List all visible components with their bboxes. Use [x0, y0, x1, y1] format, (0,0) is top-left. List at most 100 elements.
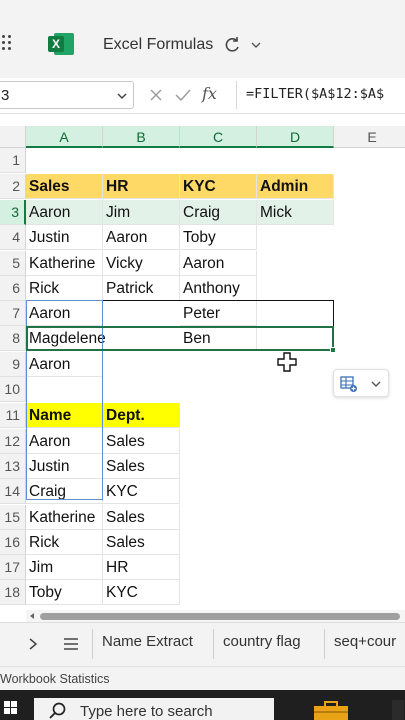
summary-cell-kyc[interactable]: Peter	[180, 301, 257, 326]
document-title[interactable]: Excel Formulas	[103, 36, 213, 54]
source-cell-text: Sales	[106, 458, 145, 475]
row-header-12[interactable]: 12	[0, 429, 26, 454]
chevron-down-icon[interactable]	[115, 89, 129, 103]
source-header-cell[interactable]: Dept.	[103, 403, 180, 428]
scroll-left-arrow-icon[interactable]	[28, 612, 36, 620]
summary-cell-kyc-text: Peter	[183, 305, 221, 322]
row-header-15[interactable]: 15	[0, 505, 26, 530]
summary-header-cell-text: KYC	[183, 178, 216, 195]
summary-cell-sales[interactable]: Aaron	[26, 200, 103, 225]
row-header-5[interactable]: 5	[0, 251, 26, 276]
column-headers: A B C D E	[0, 126, 405, 148]
summary-cell-hr[interactable]: Vicky	[103, 251, 180, 276]
summary-cell-sales[interactable]: Aaron	[26, 352, 103, 377]
row-header-2[interactable]: 2	[0, 174, 26, 199]
summary-cell-hr[interactable]: Jim	[103, 200, 180, 225]
store-bag-icon[interactable]	[312, 700, 350, 720]
drag-grip-icon[interactable]	[2, 35, 14, 55]
row-header-6[interactable]: 6	[0, 276, 26, 301]
source-cell[interactable]: KYC	[103, 479, 180, 504]
formula-tools: fx	[142, 81, 230, 109]
summary-cell-sales[interactable]: Katherine	[26, 251, 103, 276]
select-all-corner[interactable]	[0, 126, 26, 148]
summary-cell-hr-text: Vicky	[106, 255, 143, 272]
title-bar: X Excel Formulas	[0, 0, 405, 78]
column-header-c[interactable]: C	[180, 126, 257, 148]
summary-cell-hr[interactable]: Aaron	[103, 225, 180, 250]
summary-cell-kyc[interactable]: Ben	[180, 326, 257, 351]
row-header-4[interactable]: 4	[0, 225, 26, 250]
source-cell[interactable]: Rick	[26, 530, 103, 555]
workbook-statistics[interactable]: Workbook Statistics	[0, 672, 110, 686]
summary-cell-kyc[interactable]: Toby	[180, 225, 257, 250]
excel-logo-icon: X	[48, 33, 74, 55]
summary-cell-hr[interactable]: Patrick	[103, 276, 180, 301]
source-cell[interactable]: Craig	[26, 479, 103, 504]
source-cell[interactable]: Toby	[26, 580, 103, 605]
row-header-10[interactable]: 10	[0, 377, 26, 402]
fill-handle[interactable]	[330, 347, 336, 353]
summary-cell-kyc[interactable]: Craig	[180, 200, 257, 225]
column-header-d[interactable]: D	[257, 126, 334, 148]
summary-cell-sales[interactable]: Magdelene	[26, 326, 106, 351]
row-header-17[interactable]: 17	[0, 555, 26, 580]
source-cell[interactable]: KYC	[103, 580, 180, 605]
row-header-9[interactable]: 9	[0, 352, 26, 377]
spill-range-highlight-b	[102, 300, 103, 449]
row-header-7[interactable]: 7	[0, 301, 26, 326]
taskbar-search-box[interactable]: Type here to search	[34, 698, 274, 720]
row-header-11[interactable]: 11	[0, 403, 26, 428]
source-header-cell[interactable]: Name	[26, 403, 103, 428]
row-header-16[interactable]: 16	[0, 530, 26, 555]
column-header-b[interactable]: B	[103, 126, 180, 148]
row-header-8[interactable]: 8	[0, 326, 26, 351]
name-box[interactable]: 3	[0, 81, 134, 109]
horizontal-scrollbar[interactable]	[26, 610, 405, 622]
worksheet-grid[interactable]: A B C D E 1 2 3 4 5 6 7 8 9 10 11 12 13 14 15 16 17 18 Sa…	[0, 126, 405, 608]
source-cell[interactable]: Sales	[103, 530, 180, 555]
row-header-13[interactable]: 13	[0, 454, 26, 479]
cancel-x-icon[interactable]	[148, 87, 164, 103]
tab-country-flag[interactable]: country flag	[223, 633, 301, 650]
source-cell-text: KYC	[106, 483, 138, 500]
summary-cell-kyc[interactable]: Anthony	[180, 276, 257, 301]
summary-header-cell[interactable]: KYC	[180, 174, 257, 199]
source-cell[interactable]: Sales	[103, 454, 180, 479]
tab-seq-count[interactable]: seq+cour	[334, 633, 396, 650]
row-header-18[interactable]: 18	[0, 580, 26, 605]
source-cell[interactable]: Justin	[26, 454, 103, 479]
source-cell[interactable]: HR	[103, 555, 180, 580]
insert-function-icon[interactable]: fx	[202, 84, 217, 103]
confirm-check-icon[interactable]	[174, 87, 192, 103]
quick-analysis-icon	[340, 376, 357, 392]
search-icon	[49, 702, 66, 719]
column-header-a[interactable]: A	[26, 126, 103, 148]
source-cell[interactable]: Sales	[103, 429, 180, 454]
summary-cell-sales[interactable]: Aaron	[26, 301, 103, 326]
summary-cell-admin[interactable]: Mick	[257, 200, 334, 225]
summary-header-cell[interactable]: Admin	[257, 174, 334, 199]
sheet-list-menu-icon[interactable]	[62, 636, 80, 652]
summary-header-cell[interactable]: Sales	[26, 174, 103, 199]
source-cell[interactable]: Jim	[26, 555, 103, 580]
row-header-14[interactable]: 14	[0, 479, 26, 504]
chevron-down-icon[interactable]	[249, 38, 263, 52]
tab-name-extract[interactable]: Name Extract	[102, 633, 193, 650]
source-cell[interactable]: Sales	[103, 505, 180, 530]
source-cell-text: KYC	[106, 584, 138, 601]
column-header-e[interactable]: E	[334, 126, 405, 148]
summary-header-cell[interactable]: HR	[103, 174, 180, 199]
summary-cell-sales[interactable]: Justin	[26, 225, 103, 250]
summary-cell-sales[interactable]: Rick	[26, 276, 103, 301]
formula-input[interactable]: =FILTER($A$12:$A$	[236, 81, 405, 109]
source-cell[interactable]: Katherine	[26, 505, 103, 530]
chevron-right-icon[interactable]	[26, 636, 40, 652]
windows-start-icon[interactable]	[4, 701, 18, 715]
summary-cell-kyc[interactable]: Aaron	[180, 251, 257, 276]
autosave-sync-icon[interactable]	[222, 35, 242, 55]
scrollbar-thumb[interactable]	[40, 613, 400, 620]
quick-analysis-button[interactable]	[333, 369, 389, 397]
row-header-1[interactable]: 1	[0, 148, 26, 173]
row-header-3[interactable]: 3	[0, 200, 26, 225]
source-cell[interactable]: Aaron	[26, 429, 103, 454]
